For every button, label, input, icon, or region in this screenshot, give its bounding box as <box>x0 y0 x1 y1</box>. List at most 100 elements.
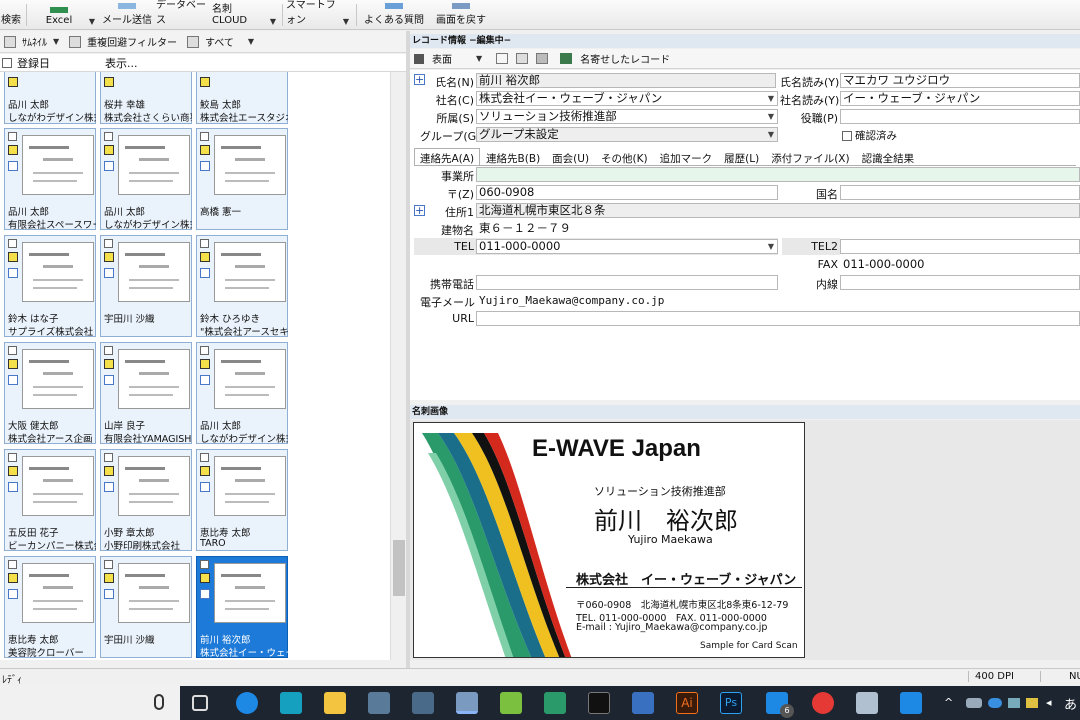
confirmed-checkbox[interactable] <box>842 130 852 141</box>
smartphone-button[interactable]: スマートフォン <box>286 0 338 30</box>
card-thumbnail[interactable]: 品川 太郎しながわデザイン株式... <box>100 128 192 231</box>
tray-icon-3[interactable] <box>1026 698 1038 708</box>
tel2-field[interactable] <box>840 239 1080 254</box>
task-view-icon[interactable] <box>192 695 208 711</box>
pane-splitter[interactable] <box>406 31 410 668</box>
company-dropdown[interactable]: ▼ <box>766 93 776 104</box>
card-thumbnail[interactable]: 宇田川 沙織 <box>100 235 192 337</box>
all-filter-button[interactable]: すべて <box>205 34 234 49</box>
record-tab[interactable]: 認識全結果 <box>856 148 921 165</box>
record-tab[interactable]: 連絡先A(A) <box>414 148 481 165</box>
app-icon-3[interactable] <box>412 692 434 714</box>
search-button[interactable]: 検索 <box>0 0 22 30</box>
card-thumbnail[interactable]: 鈴木 はな子 サプライズ株式会社 <box>4 235 96 338</box>
group-field[interactable]: グループ未設定 ▼ <box>476 127 778 142</box>
url-field[interactable] <box>476 311 1080 326</box>
card-checkbox[interactable] <box>8 132 17 141</box>
select-all-checkbox[interactable] <box>2 57 12 68</box>
record-tab[interactable]: 連絡先B(B) <box>480 148 546 165</box>
onedrive-icon[interactable] <box>988 698 1002 708</box>
card-checkbox[interactable] <box>104 346 113 355</box>
name-field[interactable]: 前川 裕次郎 <box>476 73 776 88</box>
split-view-icon[interactable] <box>516 53 529 64</box>
dept-field[interactable]: ソリューション技術推進部 ▼ <box>476 109 778 124</box>
record-tab[interactable]: 面会(U) <box>546 148 595 165</box>
card-checkbox[interactable] <box>200 453 209 462</box>
expand-address-icon[interactable]: + <box>414 205 425 216</box>
card-thumbnail[interactable]: 品川 太郎しながわデザイン株式... <box>4 72 96 124</box>
card-thumbnail[interactable]: 高橋 憲一 <box>196 128 288 230</box>
card-thumbnail[interactable]: 宇田川 沙織 <box>100 556 192 658</box>
excel-button[interactable]: Excel <box>36 0 82 30</box>
card-thumbnail[interactable]: 鮫島 太郎 株式会社エースタジオ <box>196 72 288 124</box>
mail-button[interactable]: メール送信 <box>102 0 152 30</box>
card-checkbox[interactable] <box>104 239 113 248</box>
mobile-field[interactable] <box>476 275 778 290</box>
photoshop-icon[interactable]: Ps <box>720 692 742 714</box>
card-checkbox[interactable] <box>8 239 17 248</box>
dept-dropdown[interactable]: ▼ <box>766 111 776 122</box>
excel-dropdown[interactable]: ▼ <box>86 0 98 30</box>
yomi-field[interactable]: マエカワ ユウジロウ <box>840 73 1080 88</box>
all-filter-dropdown[interactable]: ▼ <box>248 37 254 46</box>
card-checkbox[interactable] <box>8 453 17 462</box>
card-checkbox[interactable] <box>8 560 17 569</box>
card-thumbnail[interactable]: 大阪 健太郎 株式会社アース企画 <box>4 342 96 445</box>
scroll-thumb[interactable] <box>393 540 405 596</box>
app-icon-4[interactable] <box>500 692 522 714</box>
ext-field[interactable] <box>840 275 1080 290</box>
terminal-icon[interactable] <box>588 692 610 714</box>
faq-button[interactable]: よくある質問 <box>364 0 424 30</box>
face-select[interactable]: 表面 <box>432 51 452 66</box>
tray-icon-2[interactable] <box>1008 698 1020 708</box>
card-checkbox[interactable] <box>200 560 209 569</box>
smartphone-dropdown[interactable]: ▼ <box>340 0 352 30</box>
card-checkbox[interactable] <box>200 346 209 355</box>
card-thumbnail[interactable]: 桜井 幸雄 株式会社さくらい商事 <box>100 72 192 124</box>
single-view-icon[interactable] <box>496 53 509 64</box>
app-icon-6[interactable] <box>632 692 654 714</box>
dup-filter-button[interactable]: 重複回避フィルター <box>87 34 177 49</box>
addr1-field[interactable]: 北海道札幌市東区北８条 <box>476 203 1080 218</box>
card-thumbnail[interactable]: 鈴木 ひろゆき "株式会社アースセキュ... <box>196 235 288 338</box>
cloud-button[interactable]: 名刺CLOUD <box>212 0 266 30</box>
bldg-field[interactable]: 東６－１２－７９ <box>476 221 1080 236</box>
tray-icon-4[interactable]: ◂ <box>1046 696 1052 709</box>
card-app-icon[interactable] <box>456 692 478 714</box>
card-checkbox[interactable] <box>104 132 113 141</box>
taskbar-search-box[interactable] <box>0 686 180 720</box>
grid-scrollbar[interactable] <box>390 72 406 660</box>
card-thumbnail[interactable]: 小野 章太郎 小野印刷株式会社 <box>100 449 192 552</box>
record-tab[interactable]: 追加マーク <box>654 148 719 165</box>
confirmed-toggle[interactable]: 確認済み <box>842 128 897 143</box>
country-field[interactable] <box>840 185 1080 200</box>
thumbnail-label[interactable]: ｻﾑﾈｲﾙ <box>22 34 47 49</box>
thumbnail-dropdown[interactable]: ▼ <box>53 37 59 46</box>
pin-icon[interactable] <box>414 53 424 64</box>
record-tab[interactable]: 添付ファイル(X) <box>765 148 855 165</box>
tray-icon-1[interactable] <box>966 698 982 708</box>
illustrator-icon[interactable]: Ai <box>676 692 698 714</box>
card-thumbnail[interactable]: 山岸 良子 有限会社YAMAGISHI <box>100 342 192 445</box>
windows-app-icon[interactable] <box>900 692 922 714</box>
card-thumbnail[interactable]: 恵比寿 太郎 TARO <box>196 449 288 551</box>
chrome-icon[interactable] <box>812 692 834 714</box>
face-dropdown[interactable]: ▼ <box>476 54 482 63</box>
office-field[interactable] <box>476 167 1080 182</box>
list-view-icon[interactable] <box>536 53 549 64</box>
email-field[interactable]: Yujiro_Maekawa@company.co.jp <box>476 293 778 308</box>
app-icon-1[interactable] <box>280 692 302 714</box>
app-icon-2[interactable] <box>368 692 390 714</box>
card-thumbnail[interactable]: 品川 太郎有限会社スペースワー... <box>4 128 96 231</box>
similar-records-button[interactable]: 名寄せしたレコード <box>580 51 670 66</box>
database-button[interactable]: データベース <box>156 0 210 30</box>
cloud-dropdown[interactable]: ▼ <box>267 0 279 30</box>
zip-field[interactable]: 060-0908 <box>476 185 778 200</box>
display-button[interactable]: 表示... <box>105 55 138 71</box>
company-yomi-field[interactable]: イー・ウェーブ・ジャパン <box>840 91 1080 106</box>
record-tab[interactable]: その他(K) <box>595 148 654 165</box>
tel-dropdown[interactable]: ▼ <box>766 241 776 252</box>
card-checkbox[interactable] <box>104 560 113 569</box>
record-tab[interactable]: 履歴(L) <box>718 148 765 165</box>
ime-indicator[interactable]: あ <box>1064 694 1077 713</box>
